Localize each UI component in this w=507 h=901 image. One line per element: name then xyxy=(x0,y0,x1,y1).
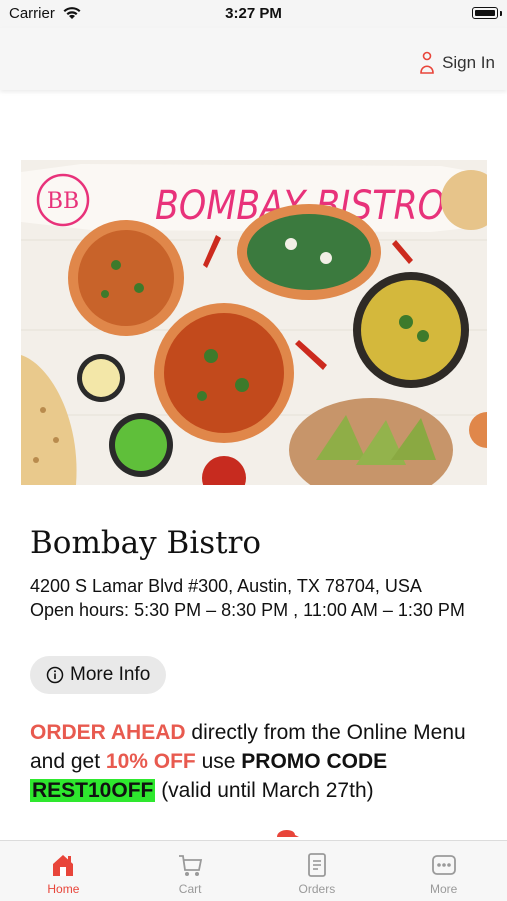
user-icon xyxy=(420,51,434,74)
restaurant-name: Bombay Bistro xyxy=(30,525,262,561)
more-info-label: More Info xyxy=(70,664,151,685)
logo-mark: BB xyxy=(47,189,79,214)
tab-more[interactable]: More xyxy=(380,841,507,901)
tab-cart[interactable]: Cart xyxy=(127,841,254,901)
more-info-button[interactable]: More Info xyxy=(30,656,167,694)
promo-text-2: use xyxy=(195,750,242,773)
battery-icon xyxy=(472,7,498,19)
promo-validity: (valid until March 27th) xyxy=(155,779,374,802)
tab-home-label: Home xyxy=(47,882,80,896)
promo-order-ahead: ORDER AHEAD xyxy=(30,721,186,744)
info-icon xyxy=(46,666,64,684)
promo-code-label: PROMO CODE xyxy=(241,750,388,773)
status-bar: Carrier 3:27 PM xyxy=(0,0,507,28)
home-icon xyxy=(53,855,74,876)
tab-cart-label: Cart xyxy=(178,882,202,896)
restaurant-address: 4200 S Lamar Blvd #300, Austin, TX 78704… xyxy=(30,576,422,596)
restaurant-banner-image: BB BOMBAY BISTRO xyxy=(21,160,487,485)
promo-discount: 10% OFF xyxy=(105,750,196,773)
open-hours: Open hours: 5:30 PM – 8:30 PM , 11:00 AM… xyxy=(30,600,465,620)
more-icon xyxy=(431,855,456,875)
sign-in-label: Sign In xyxy=(442,53,495,72)
food-illustration: BB BOMBAY BISTRO xyxy=(21,160,487,485)
tab-orders[interactable]: Orders xyxy=(254,841,381,901)
sign-in-button[interactable]: Sign In xyxy=(418,51,495,75)
top-nav: Sign In xyxy=(0,28,507,90)
tab-home[interactable]: Home xyxy=(0,841,127,901)
tab-more-label: More xyxy=(429,882,458,896)
chef-cap-icon xyxy=(277,829,299,837)
bottom-tab-bar: Home Cart Orders More xyxy=(0,840,507,901)
orders-icon xyxy=(307,853,326,877)
tab-orders-label: Orders xyxy=(298,882,336,896)
promo-message: ORDER AHEAD directly from the Online Men… xyxy=(30,718,480,805)
cart-icon xyxy=(179,855,203,876)
battery-nub xyxy=(500,11,502,16)
promo-code: REST10OFF xyxy=(30,779,156,802)
clock: 3:27 PM xyxy=(225,5,282,22)
